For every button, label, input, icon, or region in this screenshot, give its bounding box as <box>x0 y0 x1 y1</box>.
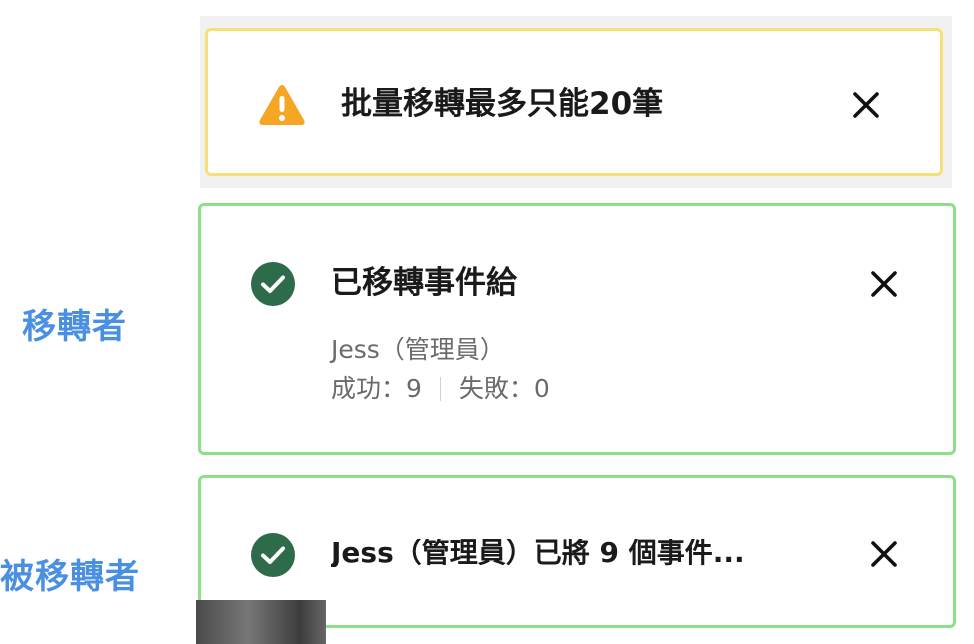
warning-triangle-icon <box>259 85 305 125</box>
warning-toast-title: 批量移轉最多只能20筆 <box>341 86 664 122</box>
warning-toast: 批量移轉最多只能20筆 <box>205 28 943 176</box>
warning-toast-close-button[interactable] <box>848 87 884 123</box>
sender-label: 移轉者 <box>22 307 127 347</box>
close-icon <box>871 541 897 567</box>
check-circle-icon <box>251 533 295 577</box>
receiver-label: 被移轉者 <box>0 557 140 597</box>
close-icon <box>853 92 879 118</box>
sender-toast-close-button[interactable] <box>866 266 902 302</box>
sender-toast-title: 已移轉事件給 <box>331 265 517 301</box>
transfer-recipient: Jess（管理員） <box>331 335 505 364</box>
receiver-toast-title: Jess（管理員）已將 9 個事件... <box>331 539 745 567</box>
check-circle-icon <box>251 262 295 306</box>
failure-count: 失敗：0 <box>458 374 550 403</box>
transfer-result-summary: 成功：9 失敗：0 <box>331 376 550 401</box>
close-icon <box>871 271 897 297</box>
cropped-image-fragment <box>196 600 326 644</box>
receiver-toast-close-button[interactable] <box>866 536 902 572</box>
sender-success-toast: 已移轉事件給 Jess（管理員） 成功：9 失敗：0 <box>198 203 956 455</box>
success-count: 成功：9 <box>331 374 422 403</box>
divider <box>439 376 441 401</box>
